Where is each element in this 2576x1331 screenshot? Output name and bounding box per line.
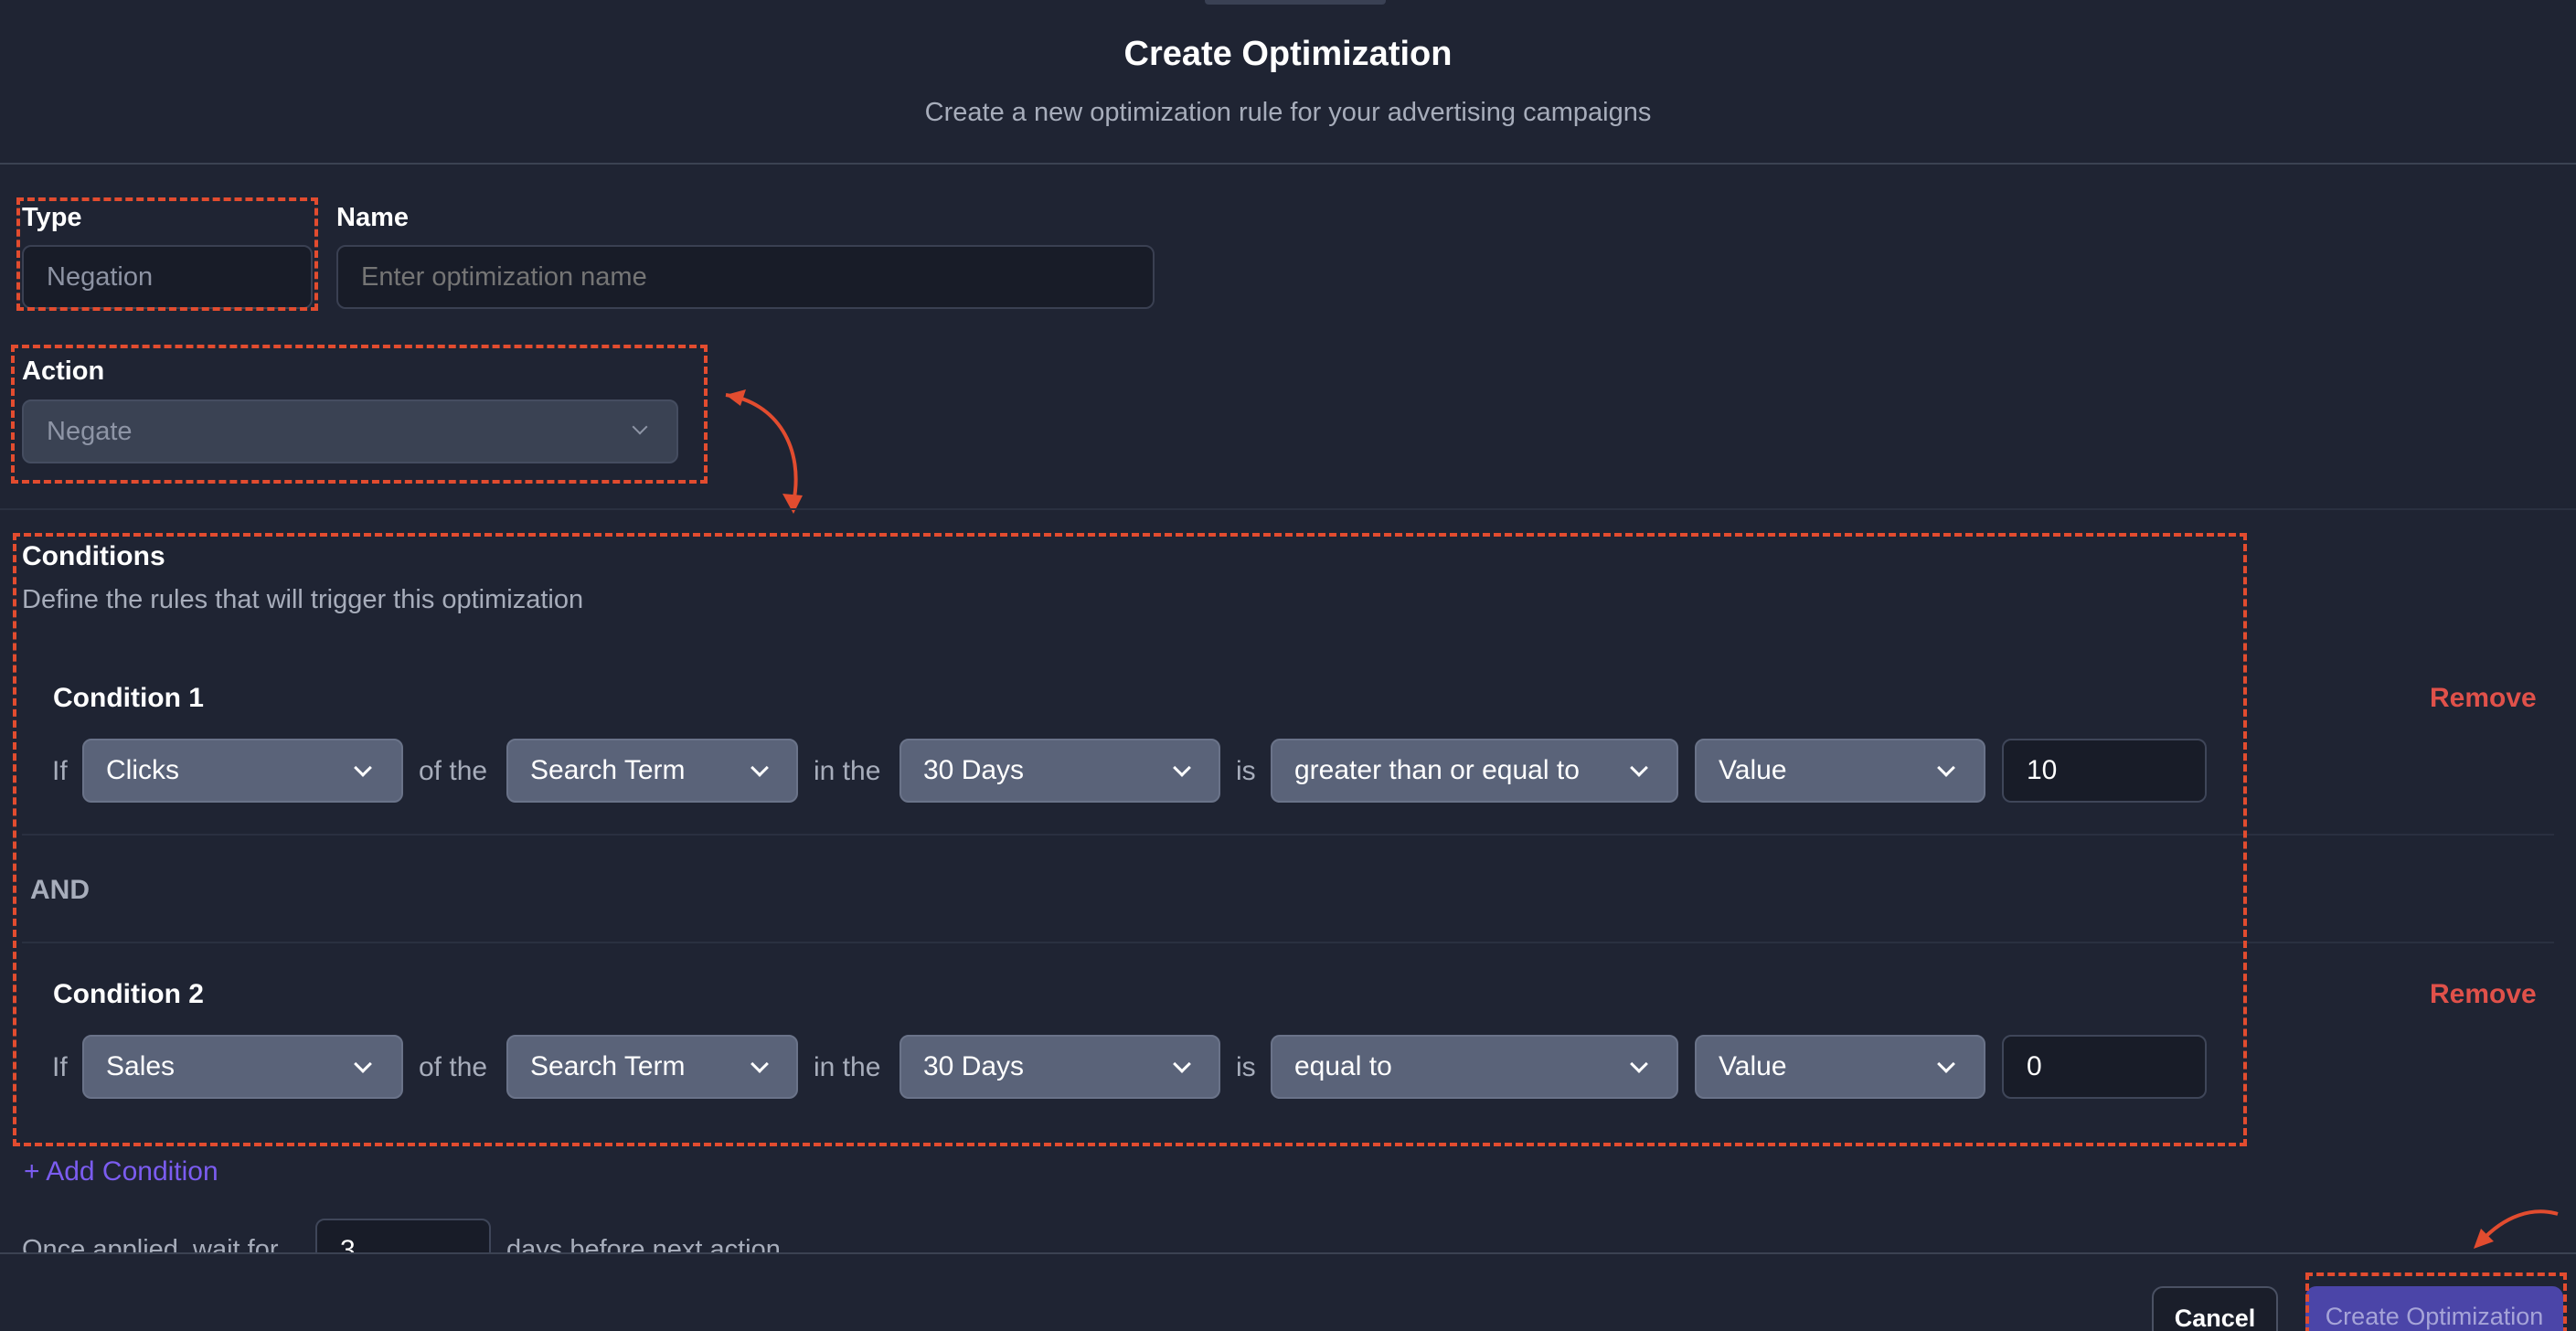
cancel-button[interactable]: Cancel — [2152, 1286, 2278, 1331]
condition-1-operator: greater than or equal to — [1294, 755, 1580, 785]
chevron-down-icon — [632, 419, 648, 435]
chevron-down-icon — [1937, 1055, 1955, 1073]
condition-2-value-input[interactable]: 0 — [2002, 1035, 2207, 1099]
condition-1-period-select[interactable]: 30 Days — [899, 739, 1220, 803]
condition-1-metric-select[interactable]: Clicks — [82, 739, 403, 803]
dialog-footer: Cancel Create Optimization — [0, 1252, 2576, 1331]
condition-2-operator: equal to — [1294, 1051, 1392, 1081]
annotation-arrow-icon — [2474, 1209, 2559, 1249]
condition-1-entity: Search Term — [530, 755, 686, 785]
chevron-down-icon — [1937, 759, 1955, 777]
chevron-down-icon — [1630, 1055, 1648, 1073]
condition-1-value-type-select[interactable]: Value — [1695, 739, 1985, 803]
chevron-down-icon — [354, 1055, 372, 1073]
annotation-arrow-icon — [725, 389, 803, 514]
condition-2-period: 30 Days — [923, 1051, 1025, 1081]
condition-2-entity: Search Term — [530, 1051, 686, 1081]
action-label: Action — [22, 357, 105, 386]
create-optimization-button[interactable]: Create Optimization — [2305, 1286, 2563, 1331]
name-label: Name — [336, 203, 409, 232]
chevron-down-icon — [750, 759, 769, 777]
condition-1-is: is — [1236, 756, 1256, 786]
dialog-header: Create Optimization Create a new optimiz… — [0, 0, 2576, 165]
create-label: Create Optimization — [2325, 1303, 2544, 1330]
condition-1-operator-select[interactable]: greater than or equal to — [1271, 739, 1678, 803]
action-value: Negate — [47, 416, 133, 446]
condition-1-remove-button[interactable]: Remove — [2430, 683, 2537, 714]
chevron-down-icon — [1173, 759, 1191, 777]
condition-1-of-the: of the — [419, 756, 488, 786]
conditions-description: Define the rules that will trigger this … — [22, 585, 584, 614]
type-value: Negation — [47, 261, 154, 292]
condition-2-value-type-select[interactable]: Value — [1695, 1035, 1985, 1099]
condition-2-period-select[interactable]: 30 Days — [899, 1035, 1220, 1099]
condition-2-metric: Sales — [106, 1051, 176, 1081]
action-select[interactable]: Negate — [22, 399, 678, 463]
condition-divider — [22, 942, 2554, 943]
condition-1-title: Condition 1 — [53, 683, 204, 713]
chevron-down-icon — [1630, 759, 1648, 777]
conditions-title: Conditions — [22, 541, 165, 571]
condition-2-in-the: in the — [814, 1052, 881, 1082]
condition-2-metric-select[interactable]: Sales — [82, 1035, 403, 1099]
condition-divider — [22, 834, 2554, 836]
condition-1-if: If — [52, 756, 68, 786]
section-divider — [0, 508, 2576, 510]
dialog-title: Create Optimization — [1123, 35, 1453, 73]
condition-2-remove-button[interactable]: Remove — [2430, 979, 2537, 1010]
condition-2-operator-select[interactable]: equal to — [1271, 1035, 1678, 1099]
condition-2-title: Condition 2 — [53, 979, 204, 1009]
name-input[interactable] — [336, 245, 1155, 309]
type-field: Negation — [22, 245, 313, 309]
condition-1-in-the: in the — [814, 756, 881, 786]
condition-1-value-type: Value — [1719, 755, 1787, 785]
chevron-down-icon — [750, 1055, 769, 1073]
condition-1-metric: Clicks — [106, 755, 179, 785]
type-label: Type — [22, 203, 82, 232]
condition-1-entity-select[interactable]: Search Term — [506, 739, 798, 803]
chevron-down-icon — [1173, 1055, 1191, 1073]
condition-2-is: is — [1236, 1052, 1256, 1082]
condition-1-period: 30 Days — [923, 755, 1025, 785]
conditions-joiner: AND — [30, 875, 90, 905]
condition-2-of-the: of the — [419, 1052, 488, 1082]
condition-2-value-type: Value — [1719, 1051, 1787, 1081]
add-condition-button[interactable]: + Add Condition — [24, 1156, 218, 1187]
cancel-label: Cancel — [2174, 1304, 2256, 1331]
condition-2-entity-select[interactable]: Search Term — [506, 1035, 798, 1099]
condition-1-value: 10 — [2027, 755, 2058, 785]
chevron-down-icon — [354, 759, 372, 777]
condition-1-value-input[interactable]: 10 — [2002, 739, 2207, 803]
condition-2-if: If — [52, 1052, 68, 1082]
dialog-subtitle: Create a new optimization rule for your … — [924, 98, 1652, 127]
condition-2-value: 0 — [2027, 1051, 2042, 1081]
